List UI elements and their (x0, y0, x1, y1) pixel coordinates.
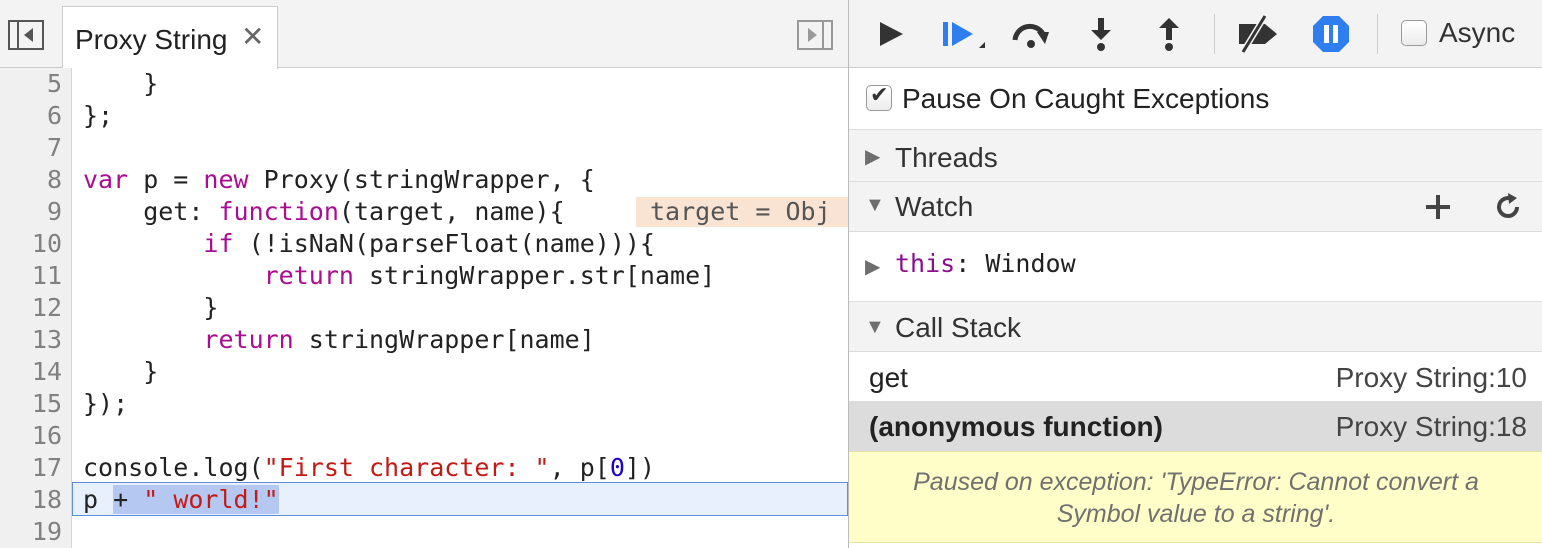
code-line: } (83, 69, 159, 98)
close-icon[interactable]: ✕ (241, 23, 264, 51)
line-number[interactable]: 18 (0, 484, 62, 516)
line-number[interactable]: 11 (0, 260, 62, 292)
async-checkbox[interactable] (1401, 20, 1427, 46)
line-number[interactable]: 7 (0, 132, 62, 164)
step-out-icon[interactable] (1149, 14, 1189, 54)
line-number[interactable]: 8 (0, 164, 62, 196)
step-into-debugger-icon[interactable] (939, 14, 985, 54)
toggle-sidebar-icon[interactable] (797, 20, 833, 50)
frame-location: Proxy String:10 (1335, 362, 1527, 393)
tab-proxy-string[interactable]: Proxy String ✕ (62, 6, 278, 69)
step-over-icon[interactable] (1009, 14, 1049, 54)
code-line: } (83, 293, 219, 322)
line-number[interactable]: 9 (0, 196, 62, 228)
code-line: var p = new Proxy(stringWrapper, { (83, 165, 595, 194)
source-editor: Proxy String ✕ 5 } 6}; 7 8 var p = new Pr… (0, 0, 848, 548)
watch-expression[interactable]: ▶ this: Window (849, 232, 1542, 302)
pause-on-caught-label: Pause On Caught Exceptions (902, 83, 1270, 114)
editor-tab-bar: Proxy String ✕ (0, 0, 848, 69)
code-line: }); (83, 389, 129, 418)
line-number[interactable]: 19 (0, 516, 62, 548)
frame-location: Proxy String:18 (1335, 411, 1527, 442)
code-line: return stringWrapper.str[name] (263, 261, 716, 290)
toggle-navigator-icon[interactable] (8, 20, 44, 50)
pause-on-caught-checkbox[interactable] (866, 83, 892, 111)
paused-exception-banner: Paused on exception: 'TypeError: Cannot … (849, 451, 1542, 543)
frame-function-name: (anonymous function) (869, 411, 1163, 442)
debugger-toolbar: Async (849, 0, 1542, 68)
call-stack-frame-selected[interactable]: (anonymous function) Proxy String:18 (849, 401, 1542, 451)
exception-message: Paused on exception: 'TypeError: Cannot … (913, 468, 1479, 528)
call-stack-frame[interactable]: get Proxy String:10 (849, 352, 1542, 402)
disclosure-down-icon: ▼ (865, 316, 885, 338)
line-number[interactable]: 15 (0, 388, 62, 420)
line-number[interactable]: 10 (0, 228, 62, 260)
pause-on-exceptions-icon[interactable] (1311, 14, 1351, 54)
section-title: Call Stack (895, 312, 1022, 343)
code-line: }; (83, 101, 114, 130)
disclosure-right-icon[interactable]: ▶ (865, 254, 880, 279)
disclosure-right-icon: ▶ (865, 146, 881, 168)
watch-section-header[interactable]: ▼ Watch (849, 182, 1542, 232)
toolbar-separator (1214, 14, 1215, 54)
line-number[interactable]: 16 (0, 420, 62, 452)
watch-expression-text: this: Window (895, 249, 1076, 278)
code-line: p + " world!" (83, 485, 279, 514)
section-title: Watch (895, 191, 974, 222)
line-number[interactable]: 12 (0, 292, 62, 324)
threads-section-header[interactable]: ▶ Threads (849, 130, 1542, 182)
tab-label: Proxy String (75, 24, 228, 55)
code-area[interactable]: 5 } 6}; 7 8 var p = new Proxy(stringWrapp… (0, 68, 848, 548)
refresh-icon[interactable] (1493, 192, 1523, 222)
line-number[interactable]: 13 (0, 324, 62, 356)
pause-on-caught-exceptions-row[interactable]: Pause On Caught Exceptions (849, 68, 1542, 130)
line-number[interactable]: 17 (0, 452, 62, 484)
toolbar-separator (1377, 14, 1378, 54)
code-line: console.log("First character: ", p[0]) (83, 453, 655, 482)
async-label: Async (1439, 17, 1516, 48)
play-icon[interactable] (871, 14, 911, 54)
deactivate-breakpoints-icon[interactable] (1233, 14, 1277, 54)
line-number[interactable]: 6 (0, 100, 62, 132)
code-line: get: function(target, name){ (83, 197, 565, 226)
code-line: if (!isNaN(parseFloat(name))){ (203, 229, 655, 258)
call-stack-section-header[interactable]: ▼ Call Stack (849, 302, 1542, 352)
line-number[interactable]: 14 (0, 356, 62, 388)
line-number[interactable]: 5 (0, 68, 62, 100)
debugger-sidebar: Async Pause On Caught Exceptions ▶ Threa… (848, 0, 1542, 548)
inline-value-tooltip[interactable]: target = Obj (636, 197, 848, 227)
code-line: return stringWrapper[name] (203, 325, 595, 354)
code-line: } (83, 357, 159, 386)
frame-function-name: get (869, 362, 908, 393)
step-in-icon[interactable] (1081, 14, 1121, 54)
section-title: Threads (895, 142, 998, 173)
add-watch-icon[interactable] (1423, 192, 1453, 222)
disclosure-down-icon: ▼ (865, 194, 885, 216)
